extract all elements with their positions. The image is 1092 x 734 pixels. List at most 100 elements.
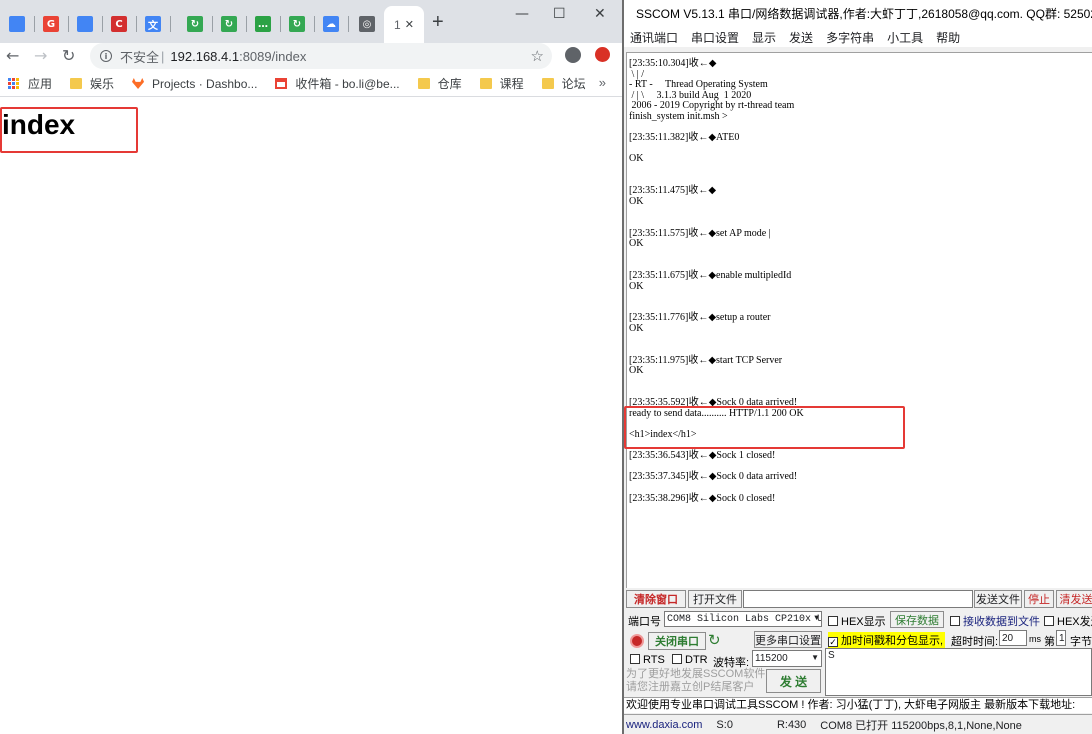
folder-icon: [479, 78, 492, 89]
apps-grid-icon: [8, 77, 20, 90]
stop-button[interactable]: 停止: [1024, 590, 1054, 608]
info-icon[interactable]: i: [100, 50, 112, 62]
address-bar[interactable]: i 不安全 | 192.168.4.1 :8089/index ☆: [90, 43, 552, 69]
bookmark-item[interactable]: 课程: [479, 75, 524, 92]
log-line: / | \ 3.1.3 build Aug 1 2020: [629, 89, 752, 101]
send-button[interactable]: 发 送: [766, 669, 821, 693]
port-select[interactable]: COM8 Silicon Labs CP210x U ▼: [664, 611, 822, 627]
promo-text[interactable]: 为了更好地发展SSCOM软件 请您注册嘉立创P结尾客户: [626, 668, 765, 694]
browser-tab[interactable]: ↻: [280, 8, 314, 40]
menu-item[interactable]: 串口设置: [691, 29, 739, 46]
browser-toolbar: ← → ↻ i 不安全 | 192.168.4.1 :8089/index ☆: [0, 43, 622, 71]
browser-tab[interactable]: …: [246, 8, 280, 40]
log-line: - RT - Thread Operating System: [629, 79, 768, 91]
back-icon[interactable]: ←: [6, 46, 19, 65]
rts-checkbox[interactable]: RTS: [630, 654, 665, 666]
timeout-value: 20: [1002, 632, 1014, 644]
log-line: finish_system init.msh >: [629, 111, 728, 122]
sscom-title-bar: SSCOM V5.13.1 串口/网络数据调试器,作者:大虾丁丁,2618058…: [624, 0, 1092, 27]
browser-window: G C 文 ↻ ↻ … ↻ ☁ ◎ 1 ✕ + — ☐ ✕ ← → ↻ i 不安全 | 192.…: [0, 0, 622, 734]
log-line: [23:35:38.296]收←◆Sock 0 closed!: [629, 492, 776, 504]
browser-tab[interactable]: [0, 8, 34, 40]
log-line: OK: [629, 323, 644, 334]
menu-item[interactable]: 帮助: [936, 29, 960, 46]
browser-tab[interactable]: C: [102, 8, 136, 40]
baud-select[interactable]: 115200 ▼: [752, 650, 822, 667]
timestamp-checkbox[interactable]: ✓ 加时间戳和分包显示,: [828, 632, 946, 648]
status-port: COM8 已打开 115200bps,8,1,None,None: [820, 719, 1022, 732]
log-line: [23:35:11.475]收←◆: [629, 185, 717, 197]
gmail-icon: [275, 78, 288, 89]
bookmark-label: 收件箱 - bo.li@be...: [295, 77, 400, 91]
file-path-input[interactable]: [743, 590, 973, 608]
tab-close-icon[interactable]: ✕: [405, 18, 414, 31]
log-line: [23:35:10.304]收←◆: [629, 58, 717, 69]
port-label: 端口号: [628, 616, 661, 628]
nth-value: 1: [1059, 632, 1065, 644]
clear-window-button[interactable]: 清除窗口: [626, 590, 686, 608]
extension-icon[interactable]: [595, 47, 610, 62]
log-line: [23:35:11.975]收←◆start TCP Server: [629, 354, 783, 366]
browser-tab[interactable]: G: [34, 8, 68, 40]
new-tab-button[interactable]: +: [432, 12, 444, 32]
menu-item[interactable]: 多字符串: [826, 29, 874, 46]
receive-to-file-label: 接收数据到文件: [963, 616, 1040, 628]
log-line: OK: [629, 238, 644, 250]
browser-tab[interactable]: 文: [136, 8, 170, 40]
receive-to-file-checkbox[interactable]: 接收数据到文件: [950, 613, 1040, 629]
active-tab[interactable]: 1 ✕: [384, 6, 424, 43]
browser-tab[interactable]: ↻: [212, 8, 246, 40]
menu-item[interactable]: 发送: [789, 29, 813, 46]
close-window-icon[interactable]: ✕: [594, 6, 606, 22]
bookmark-item[interactable]: 收件箱 - bo.li@be...: [275, 75, 400, 92]
tab-separator: [348, 16, 349, 32]
browser-tab[interactable]: ◎: [350, 8, 384, 40]
bookmark-item[interactable]: Projects · Dashbo...: [132, 77, 257, 91]
menu-item[interactable]: 显示: [752, 29, 776, 46]
open-file-button[interactable]: 打开文件: [688, 590, 742, 608]
bookmark-label: 娱乐: [90, 77, 115, 91]
save-data-button[interactable]: 保存数据: [890, 611, 944, 628]
docs-icon: [9, 16, 25, 32]
bookmark-item[interactable]: 论坛: [541, 75, 586, 92]
bookmark-item[interactable]: 娱乐: [70, 75, 114, 92]
bookmark-item[interactable]: 仓库: [417, 75, 462, 92]
translate-icon: 文: [145, 16, 161, 32]
send-file-button[interactable]: 发送文件: [974, 590, 1022, 608]
highlight-box: [0, 107, 138, 153]
bookmark-item[interactable]: 应用: [8, 75, 52, 92]
address-separator: |: [161, 48, 165, 64]
browser-tab[interactable]: ↻: [178, 8, 212, 40]
log-line: \ | /: [629, 68, 645, 80]
reload-icon[interactable]: ↻: [62, 46, 75, 65]
bookmarks-more-icon[interactable]: »: [599, 75, 606, 90]
forward-icon[interactable]: →: [34, 46, 47, 65]
tab-strip: G C 文 ↻ ↻ … ↻ ☁ ◎ 1 ✕ + — ☐ ✕: [0, 0, 622, 43]
receive-log[interactable]: [23:35:10.304]收←◆ \ | / - RT - Thread Ope…: [626, 52, 1092, 588]
send-input[interactable]: S: [825, 648, 1092, 696]
menu-item[interactable]: 通讯端口: [630, 29, 678, 46]
refresh-green-icon: ↻: [187, 16, 203, 32]
bookmark-star-icon[interactable]: ☆: [531, 47, 544, 65]
rts-label: RTS: [643, 654, 665, 666]
status-site[interactable]: www.daxia.com: [626, 719, 702, 731]
refresh-icon[interactable]: ↻: [708, 631, 721, 649]
hex-send-checkbox[interactable]: HEX发送: [1044, 613, 1092, 629]
log-line: OK: [629, 280, 644, 292]
log-line: [23:35:11.575]收←◆set AP mode |: [629, 227, 771, 239]
maximize-icon[interactable]: ☐: [553, 6, 566, 22]
dtr-checkbox[interactable]: DTR: [672, 654, 708, 666]
timeout-input[interactable]: 20: [999, 630, 1027, 646]
sscom-menu-bar: 通讯端口 串口设置 显示 发送 多字符串 小工具 帮助: [624, 27, 1092, 47]
more-settings-button[interactable]: 更多串口设置: [754, 631, 822, 648]
hex-display-checkbox[interactable]: HEX显示: [828, 613, 886, 629]
browser-tab[interactable]: ☁: [314, 8, 348, 40]
menu-item[interactable]: 小工具: [887, 29, 923, 46]
nth-input[interactable]: 1: [1056, 630, 1066, 646]
profile-avatar-icon[interactable]: [565, 47, 581, 63]
close-port-button[interactable]: 关闭串口: [648, 632, 706, 650]
minimize-icon[interactable]: —: [515, 6, 529, 22]
browser-tab[interactable]: [68, 8, 102, 40]
url-host: 192.168.4.1: [170, 48, 240, 64]
clear-send-button[interactable]: 清发送: [1056, 590, 1092, 608]
